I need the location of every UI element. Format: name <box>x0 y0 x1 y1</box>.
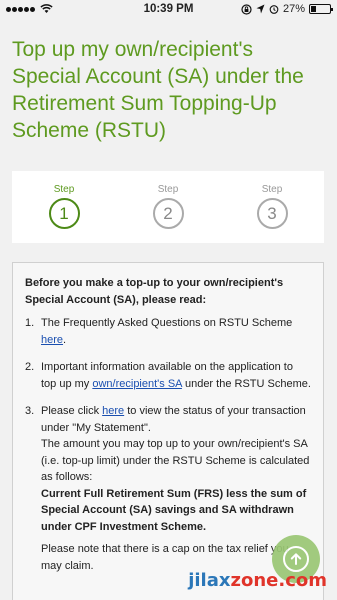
arrow-up-icon <box>283 546 309 572</box>
faq-link[interactable]: here <box>41 334 63 346</box>
list-item: 3. Please click here to view the status … <box>25 403 311 574</box>
step-1: Step 1 <box>12 171 116 243</box>
item-text-start: Please click <box>41 405 103 417</box>
step-label: Step <box>261 184 283 195</box>
stepper: Step 1 Step 2 Step 3 <box>12 171 324 243</box>
watermark-text: jilaxzone.com <box>188 570 327 591</box>
alarm-icon <box>269 5 279 14</box>
item-text: The Frequently Asked Questions on RSTU S… <box>41 315 311 348</box>
battery-icon <box>309 4 333 14</box>
page-title: Top up my own/recipient's Special Accoun… <box>12 38 304 142</box>
lock-rotation-icon <box>241 3 252 15</box>
step-label: Step <box>157 184 179 195</box>
step-label: Step <box>53 184 75 195</box>
statement-status-link[interactable]: here <box>102 405 124 417</box>
item-text-start: The Frequently Asked Questions on RSTU S… <box>41 317 293 329</box>
item-text: Please click here to view the status of … <box>41 403 311 574</box>
step-2: Step 2 <box>116 171 220 243</box>
battery-percent: 27% <box>282 3 305 15</box>
watermark: jilaxzone.com <box>188 570 327 591</box>
item-text-end: under the RSTU Scheme. <box>181 377 311 390</box>
step-number: 3 <box>256 198 288 229</box>
item-number: 2. <box>25 361 35 373</box>
location-icon <box>256 4 265 14</box>
list-item: 1. The Frequently Asked Questions on RST… <box>25 315 311 348</box>
step-number: 1 <box>48 198 80 229</box>
step-number: 2 <box>152 198 184 229</box>
step-3: Step 3 <box>220 171 324 243</box>
status-bar: 10:39 PM 27% <box>0 0 337 20</box>
topup-limit-text: The amount you may top up to your own/re… <box>41 438 310 483</box>
list-item: 2. Important information available on th… <box>25 359 311 392</box>
item-number: 1. <box>25 317 35 329</box>
item-number: 3. <box>25 405 35 417</box>
item-text-end: . <box>63 333 67 346</box>
notice-list: 1. The Frequently Asked Questions on RST… <box>25 315 311 574</box>
item-text: Important information available on the a… <box>41 359 311 392</box>
own-recipient-sa-link[interactable]: own/recipient's SA <box>92 378 182 390</box>
frs-formula-text: Current Full Retirement Sum (FRS) less t… <box>41 487 307 533</box>
notice-intro: Before you make a top-up to your own/rec… <box>25 277 284 306</box>
status-right: 27% <box>241 3 333 15</box>
